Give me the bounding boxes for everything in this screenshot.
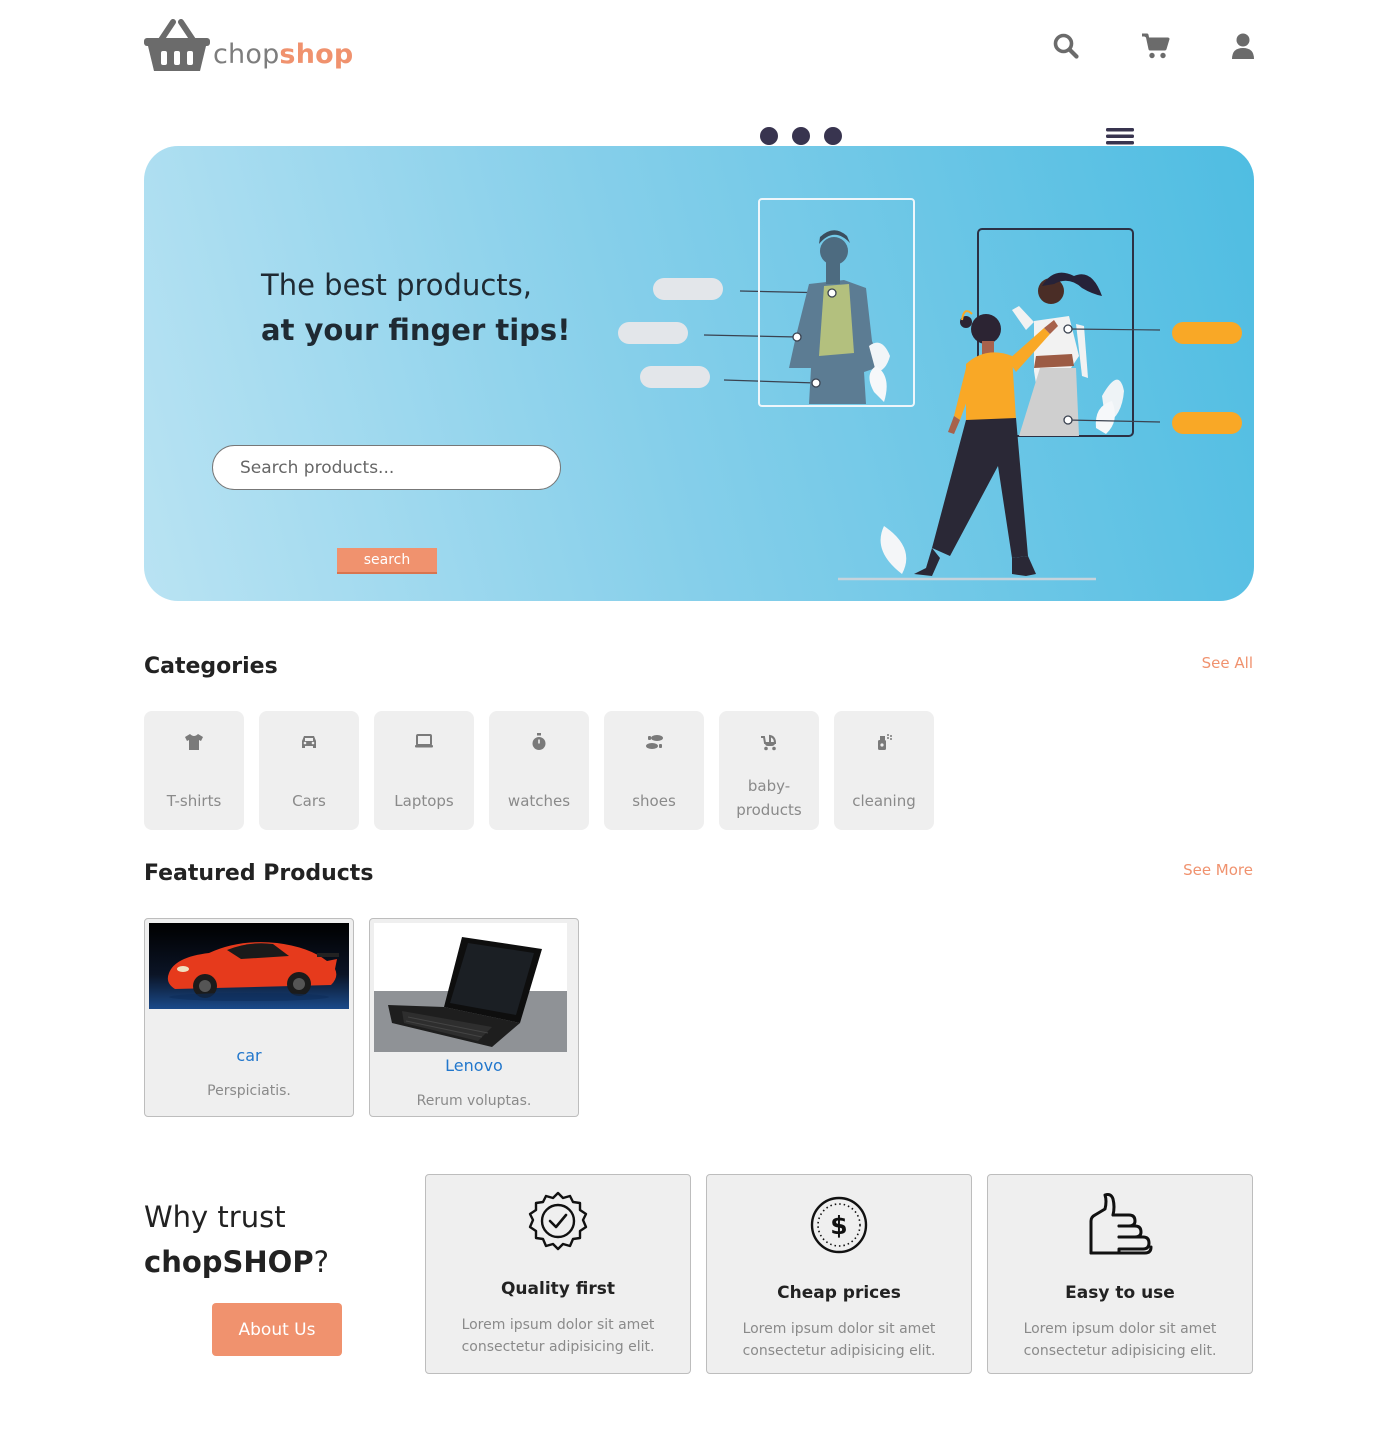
product-name[interactable]: Lenovo bbox=[370, 1056, 578, 1075]
why-trust-line2: chopSHOP? bbox=[144, 1245, 329, 1279]
car-icon bbox=[302, 736, 316, 748]
category-label: Cars bbox=[292, 792, 326, 810]
feature-card-prices: $ Cheap prices Lorem ipsum dolor sit ame… bbox=[706, 1174, 972, 1374]
categories-title: Categories bbox=[144, 654, 278, 679]
product-description: Perspiciatis. bbox=[207, 1083, 291, 1099]
product-name[interactable]: car bbox=[145, 1046, 353, 1065]
why-trust-line1: Why trust bbox=[144, 1200, 286, 1234]
category-tshirts[interactable]: T-shirts bbox=[144, 711, 244, 830]
brand-name: chopSHOP bbox=[144, 1245, 314, 1279]
quality-badge-icon bbox=[528, 1191, 588, 1251]
feature-card-ease: Easy to use Lorem ipsum dolor sit amet c… bbox=[987, 1174, 1253, 1374]
feature-description: Lorem ipsum dolor sit amet consectetur a… bbox=[742, 1321, 936, 1359]
logo[interactable]: chopshop bbox=[143, 18, 353, 74]
category-label: Laptops bbox=[394, 792, 454, 810]
product-description: Rerum voluptas. bbox=[416, 1093, 532, 1109]
logo-text-shop: shop bbox=[279, 39, 354, 70]
category-cleaning[interactable]: cleaning bbox=[834, 711, 934, 830]
hero-headline-line2: at your finger tips! bbox=[261, 313, 571, 347]
category-label: watches bbox=[507, 792, 571, 810]
search-icon[interactable] bbox=[1052, 32, 1080, 60]
category-label: cleaning bbox=[852, 792, 916, 810]
see-all-link[interactable]: See All bbox=[1202, 654, 1253, 672]
thumbs-up-icon bbox=[1089, 1193, 1153, 1255]
category-watches[interactable]: watches bbox=[489, 711, 589, 830]
feature-description: Lorem ipsum dolor sit amet consectetur a… bbox=[461, 1317, 655, 1355]
category-label: baby-products bbox=[736, 777, 802, 819]
feature-description: Lorem ipsum dolor sit amet consectetur a… bbox=[1023, 1321, 1217, 1359]
stopwatch-icon bbox=[532, 733, 546, 750]
search-button[interactable]: search bbox=[337, 548, 437, 574]
feature-card-quality: Quality first Lorem ipsum dolor sit amet… bbox=[425, 1174, 691, 1374]
logo-wordmark: chopshop bbox=[213, 41, 353, 68]
cart-icon[interactable] bbox=[1141, 32, 1170, 60]
question-mark: ? bbox=[313, 1245, 329, 1279]
see-more-link[interactable]: See More bbox=[1183, 861, 1253, 879]
about-us-button[interactable]: About Us bbox=[212, 1303, 342, 1356]
feature-title: Quality first bbox=[500, 1279, 616, 1299]
category-baby-products[interactable]: baby-products bbox=[719, 711, 819, 830]
feature-title: Easy to use bbox=[1065, 1283, 1175, 1303]
shoe-prints-icon bbox=[646, 735, 663, 749]
logo-text-chop: chop bbox=[213, 39, 280, 70]
feature-title: Cheap prices bbox=[777, 1283, 901, 1303]
category-label: shoes bbox=[632, 792, 676, 810]
spray-bottle-icon bbox=[878, 734, 892, 750]
product-card[interactable]: Lenovo Rerum voluptas. bbox=[369, 918, 579, 1117]
laptop-icon bbox=[415, 734, 433, 748]
search-input[interactable] bbox=[212, 445, 561, 490]
product-image-car bbox=[149, 923, 349, 1009]
category-label: T-shirts bbox=[166, 792, 222, 810]
product-image-laptop bbox=[374, 923, 567, 1052]
shopping-illustration bbox=[618, 198, 1242, 581]
dollar-coin-icon: $ bbox=[810, 1196, 868, 1254]
baby-carriage-icon bbox=[761, 734, 777, 751]
hero-headline-line1: The best products, bbox=[261, 268, 532, 302]
category-laptops[interactable]: Laptops bbox=[374, 711, 474, 830]
user-icon[interactable] bbox=[1230, 32, 1258, 60]
svg-text:$: $ bbox=[830, 1211, 847, 1240]
product-card[interactable]: car Perspiciatis. bbox=[144, 918, 354, 1117]
category-cars[interactable]: Cars bbox=[259, 711, 359, 830]
tshirt-icon bbox=[185, 734, 203, 750]
basket-icon bbox=[144, 19, 210, 71]
category-shoes[interactable]: shoes bbox=[604, 711, 704, 830]
featured-products-title: Featured Products bbox=[144, 861, 374, 886]
hero-banner: The best products, at your finger tips! … bbox=[144, 146, 1254, 601]
